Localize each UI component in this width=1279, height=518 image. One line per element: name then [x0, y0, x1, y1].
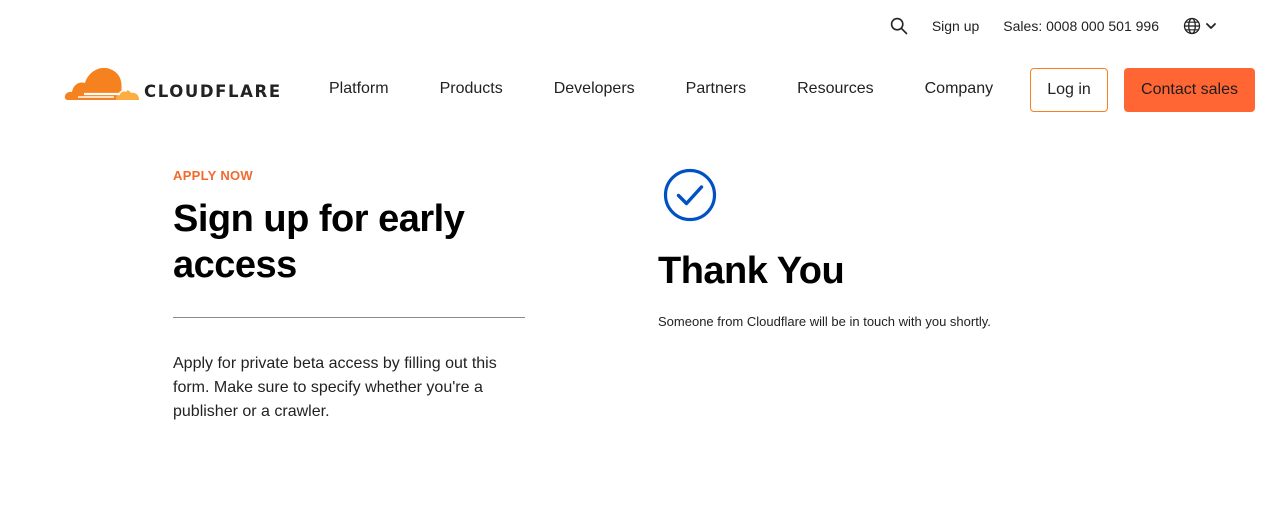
globe-icon [1183, 17, 1201, 35]
login-button[interactable]: Log in [1030, 68, 1108, 112]
page-title: Sign up for early access [173, 198, 465, 286]
page-description: Apply for private beta access by filling… [173, 355, 497, 420]
divider [173, 317, 525, 318]
nav-item-products[interactable]: Products [440, 80, 503, 98]
nav-item-developers[interactable]: Developers [554, 80, 635, 98]
page: Sign up Sales: 0008 000 501 996 CLOUDFLA… [0, 0, 1279, 518]
nav-item-resources[interactable]: Resources [797, 80, 873, 98]
cloudflare-logo[interactable]: CLOUDFLARE [64, 66, 282, 102]
signup-link[interactable]: Sign up [932, 18, 979, 34]
nav-item-company[interactable]: Company [925, 80, 993, 98]
cloud-logo-icon [64, 67, 139, 100]
nav-item-partners[interactable]: Partners [686, 80, 746, 98]
search-icon[interactable] [888, 15, 910, 37]
nav-item-platform[interactable]: Platform [329, 80, 389, 98]
confirmation-message: Someone from Cloudflare will be in touch… [658, 314, 991, 329]
logo-wordmark: CLOUDFLARE [144, 81, 282, 101]
check-circle-icon [663, 168, 717, 222]
contact-sales-button[interactable]: Contact sales [1124, 68, 1255, 112]
language-selector[interactable] [1183, 17, 1217, 35]
main-nav: Platform Products Developers Partners Re… [329, 80, 993, 98]
eyebrow-label: APPLY NOW [173, 168, 253, 183]
sales-phone-link[interactable]: Sales: 0008 000 501 996 [1003, 18, 1159, 34]
utility-bar: Sign up Sales: 0008 000 501 996 [888, 14, 1217, 38]
confirmation-title: Thank You [658, 250, 845, 292]
chevron-down-icon [1206, 23, 1216, 29]
